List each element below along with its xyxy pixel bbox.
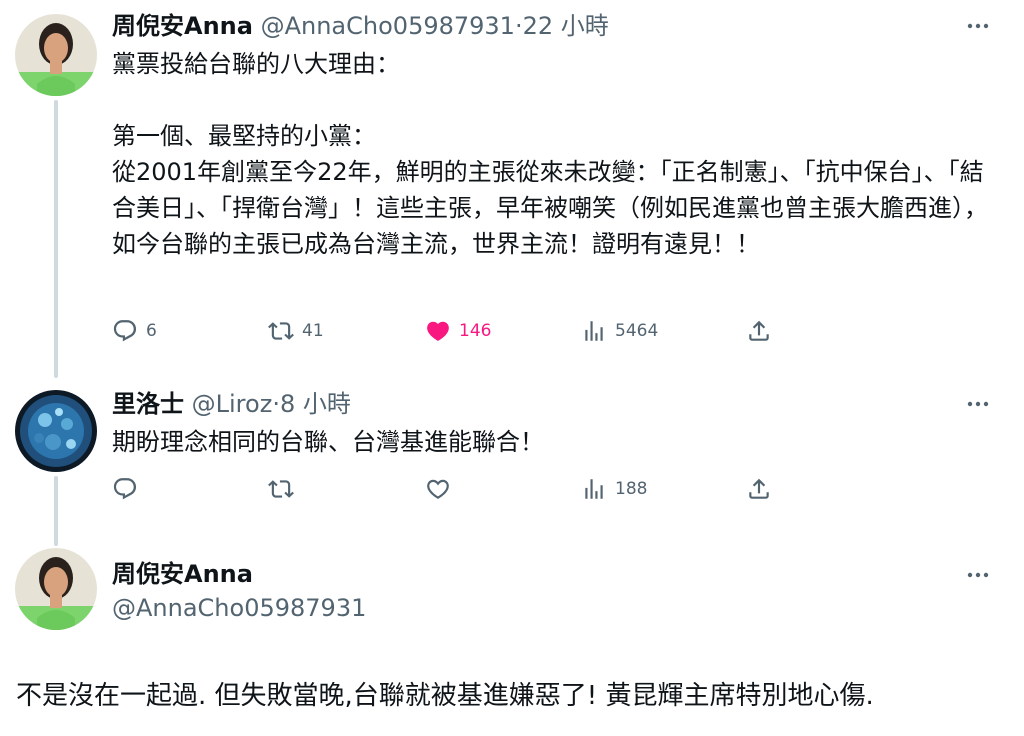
more-icon[interactable]: [966, 14, 990, 38]
avatar-anna[interactable]: [15, 548, 97, 630]
author-handle[interactable]: @AnnaCho05987931: [112, 594, 366, 622]
author-name[interactable]: 里洛士: [112, 390, 184, 418]
separator-dot: ·: [272, 390, 280, 418]
avatar-anna[interactable]: [15, 14, 97, 96]
more-icon[interactable]: [966, 563, 990, 587]
views-icon: [581, 318, 607, 344]
retweet-count: 41: [302, 321, 324, 341]
author-handle[interactable]: @AnnaCho05987931: [261, 12, 515, 40]
tweet-paragraph: 期盼理念相同的台聯、台灣基進能聯合！: [112, 428, 544, 456]
heart-icon: [425, 318, 451, 344]
tweet-handle-row: @AnnaCho05987931: [112, 592, 366, 624]
views-icon: [581, 476, 607, 502]
retweet-icon: [268, 476, 294, 502]
tweet-header: 里洛士 @Liroz·8 小時: [112, 388, 351, 420]
reply-button[interactable]: 6: [112, 316, 157, 346]
author-name[interactable]: 周倪安Anna: [112, 560, 253, 588]
tweet-text: 期盼理念相同的台聯、台灣基進能聯合！: [112, 424, 992, 460]
like-count: 146: [459, 321, 492, 341]
like-button[interactable]: 146: [425, 316, 491, 346]
retweet-icon: [268, 318, 294, 344]
tweet-text: 黨票投給台聯的八大理由： 第一個、最堅持的小黨： 從2001年創黨至今22年，鮮…: [112, 46, 992, 262]
focused-tweet-text: 不是沒在一起過. 但失敗當晚,台聯就被基進嫌惡了! 黃昆輝主席特別地心傷.: [16, 681, 874, 711]
tweet-author-name-row: 周倪安Anna: [112, 558, 253, 590]
views-button[interactable]: 188: [581, 474, 647, 504]
separator-dot: ·: [514, 12, 523, 40]
views-count: 5464: [615, 321, 659, 341]
share-icon: [746, 476, 772, 502]
share-icon: [746, 318, 772, 344]
thread-line: [54, 476, 58, 546]
author-handle[interactable]: @Liroz: [192, 390, 273, 418]
reply-button[interactable]: [112, 474, 138, 504]
tweet-paragraph: 第一個、最堅持的小黨： 從2001年創黨至今22年，鮮明的主張從來未改變：「正名…: [112, 122, 988, 258]
retweet-button[interactable]: 41: [268, 316, 324, 346]
more-icon[interactable]: [966, 392, 990, 416]
tweet-header: 周倪安Anna @AnnaCho05987931·22 小時: [112, 10, 609, 42]
reply-icon: [112, 318, 138, 344]
like-button[interactable]: [425, 474, 451, 504]
tweet-time[interactable]: 22 小時: [523, 12, 609, 40]
author-name[interactable]: 周倪安Anna: [112, 12, 253, 40]
heart-icon: [425, 476, 451, 502]
share-button[interactable]: [746, 474, 772, 504]
share-button[interactable]: [746, 316, 772, 346]
views-count: 188: [615, 479, 648, 499]
thread-line: [54, 100, 58, 378]
reply-icon: [112, 476, 138, 502]
retweet-button[interactable]: [268, 474, 294, 504]
reply-count: 6: [146, 321, 157, 341]
avatar-liroz[interactable]: [15, 390, 97, 472]
views-button[interactable]: 5464: [581, 316, 658, 346]
tweet-actions: 6 41 146 5464: [112, 316, 792, 346]
tweet-paragraph: 黨票投給台聯的八大理由：: [112, 50, 400, 78]
tweet-time[interactable]: 8 小時: [280, 390, 351, 418]
tweet-actions: 188: [112, 474, 792, 504]
